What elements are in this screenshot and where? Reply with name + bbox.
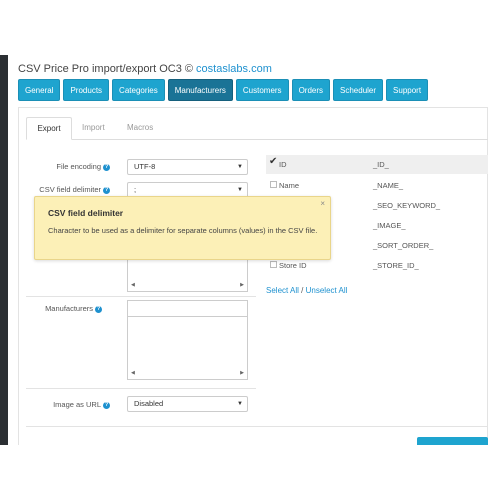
help-icon[interactable]: ? <box>103 401 110 409</box>
unselect-all-link[interactable]: Unselect All <box>306 286 348 295</box>
image-url-select[interactable]: Disabled ▼ <box>127 396 248 412</box>
chevron-down-icon: ▼ <box>237 164 243 170</box>
scroll-right-icon[interactable]: ▶ <box>240 370 244 376</box>
main-tabs: General Products Categories Manufacturer… <box>18 79 429 101</box>
help-icon[interactable]: ? <box>103 163 110 171</box>
chevron-down-icon: ▼ <box>237 401 243 407</box>
help-tooltip: CSV field delimiter Character to be used… <box>34 196 331 260</box>
divider <box>26 388 256 389</box>
tab-general[interactable]: General <box>18 79 61 101</box>
sub-tabs: Export Import Macros <box>26 117 488 140</box>
subtab-macros[interactable]: Macros <box>127 117 153 140</box>
subtab-import[interactable]: Import <box>82 117 105 140</box>
file-encoding-label: File encoding? <box>56 162 110 171</box>
image-url-label: Image as URL? <box>53 400 110 409</box>
tab-customers[interactable]: Customers <box>235 79 289 101</box>
select-links: Select All / Unselect All <box>266 286 348 295</box>
tab-scheduler[interactable]: Scheduler <box>333 79 384 101</box>
export-button[interactable] <box>417 437 488 445</box>
divider <box>26 296 256 297</box>
subtab-export[interactable]: Export <box>26 117 72 140</box>
field-row-name[interactable]: Name _NAME_ <box>266 176 488 195</box>
csv-delimiter-label: CSV field delimiter? <box>39 185 110 194</box>
scroll-right-icon[interactable]: ▶ <box>240 282 244 288</box>
tab-categories[interactable]: Categories <box>112 79 165 101</box>
manufacturers-listbox[interactable]: ◀ ▶ <box>127 300 248 380</box>
page-title: CSV Price Pro import/export OC3 © costas… <box>18 63 272 75</box>
manufacturers-label: Manufacturers? <box>45 304 102 313</box>
scroll-left-icon[interactable]: ◀ <box>131 282 135 288</box>
manufacturers-search[interactable] <box>128 301 247 317</box>
tab-products[interactable]: Products <box>63 79 110 101</box>
checkbox[interactable] <box>270 261 277 268</box>
help-icon[interactable]: ? <box>95 305 102 313</box>
chevron-down-icon: ▼ <box>237 187 243 193</box>
scroll-left-icon[interactable]: ◀ <box>131 370 135 376</box>
tab-orders[interactable]: Orders <box>291 79 331 101</box>
select-all-link[interactable]: Select All <box>266 286 299 295</box>
tooltip-body: Character to be used as a delimiter for … <box>48 226 318 235</box>
check-icon[interactable]: ✔ <box>269 156 277 167</box>
admin-sidebar-edge <box>0 55 8 445</box>
file-encoding-select[interactable]: UTF-8 ▼ <box>127 159 248 175</box>
field-row-id[interactable]: ✔ ID _ID_ <box>266 155 488 174</box>
tab-manufacturers[interactable]: Manufacturers <box>167 79 233 101</box>
tab-support[interactable]: Support <box>386 79 429 101</box>
checkbox[interactable] <box>270 181 277 188</box>
help-icon[interactable]: ? <box>103 186 110 194</box>
costaslabs-link[interactable]: costaslabs.com <box>196 63 272 75</box>
tooltip-title: CSV field delimiter <box>48 208 124 218</box>
divider <box>26 426 488 427</box>
close-icon[interactable]: × <box>320 199 325 208</box>
